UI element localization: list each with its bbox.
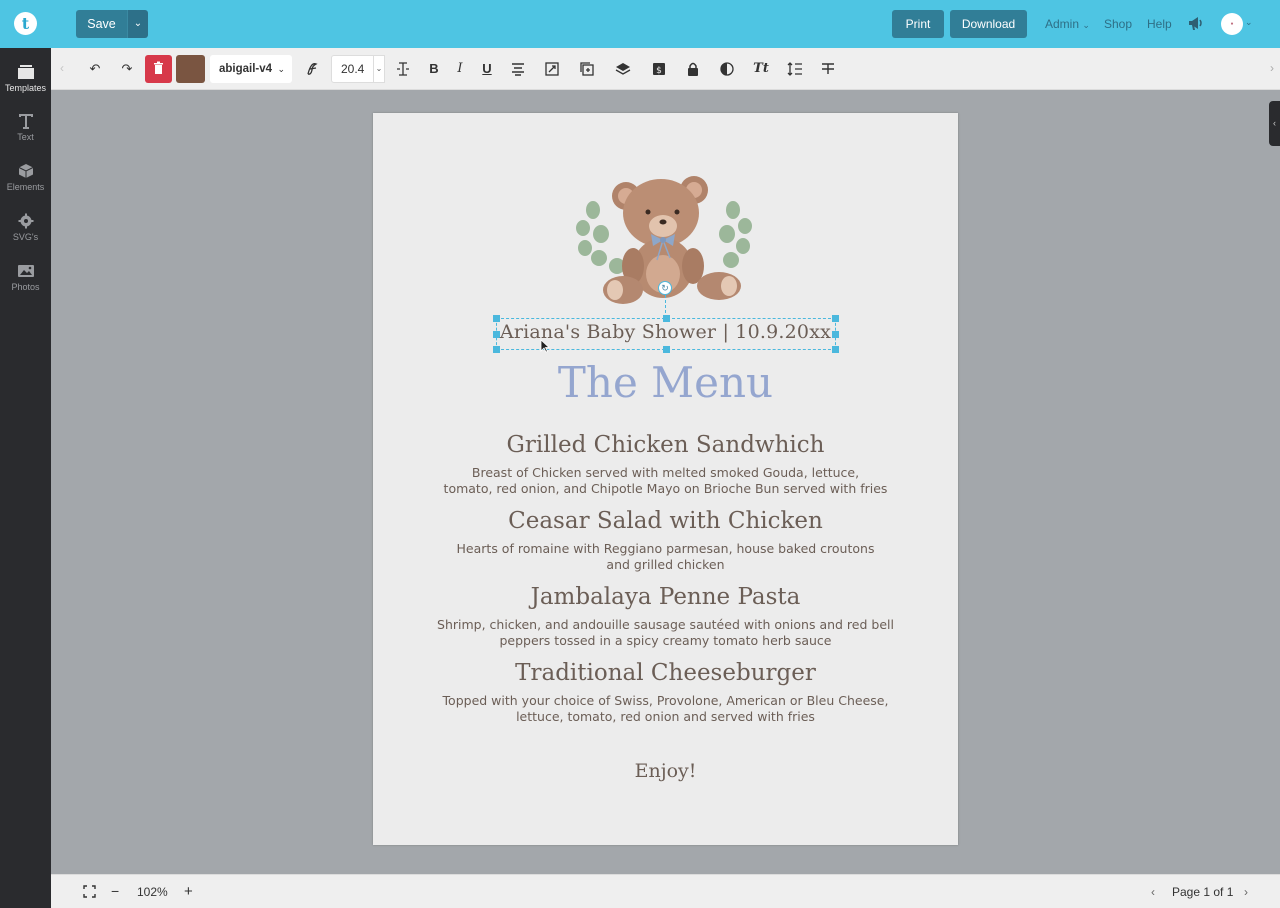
menu-item-description-line: Topped with your choice of Swiss, Provol… [442,693,889,708]
next-page-chevron-icon[interactable]: › [1244,885,1248,899]
megaphone-icon[interactable] [1187,14,1205,32]
sidebar-item-templates[interactable]: Templates [0,64,51,93]
font-size-input[interactable]: 20.4 [331,55,374,83]
mouse-cursor-icon [540,339,550,353]
menu-item-description-line: tomato, red onion, and Chipotle Mayo on … [443,480,888,496]
admin-label: Admin [1045,17,1080,31]
resize-icon[interactable] [543,60,561,78]
event-subtitle-text[interactable]: Ariana's Baby Shower | 10.9.20xx [373,321,958,343]
top-bar: t Save ⌄ Print Download Admin ⌄ Shop Hel… [0,0,1280,48]
zoom-out-icon[interactable]: − [111,883,119,899]
help-link[interactable]: Help [1147,17,1172,31]
sidebar-item-label: Photos [11,282,40,292]
font-size-chevron-down-icon[interactable]: ⌄ [374,55,385,83]
line-height-icon[interactable] [786,60,804,78]
menu-item-description[interactable]: Hearts of romaine with Reggiano parmesan… [413,541,918,572]
toolbar-scroll-right-chevron-icon[interactable]: › [1270,61,1274,75]
right-panel-toggle-chevron-icon[interactable]: ‹ [1269,101,1280,146]
design-page[interactable]: ↻ Ariana's Baby Shower | 10.9.20xx The M… [373,113,958,845]
bold-icon[interactable]: B [425,60,443,78]
svg-gear-icon [18,213,33,229]
elements-icon [18,164,33,178]
opacity-icon[interactable] [718,60,736,78]
text-transform-icon[interactable]: Tt [752,60,770,78]
admin-chevron-down-icon: ⌄ [1082,20,1090,30]
delete-button[interactable] [145,55,172,83]
font-chevron-down-icon: ⌄ [277,64,285,74]
menu-item-name[interactable]: Jambalaya Penne Pasta [373,584,958,610]
previous-page-chevron-icon[interactable]: ‹ [1151,885,1155,899]
text-effects-icon[interactable] [819,60,837,78]
fullscreen-icon[interactable] [83,885,96,898]
sidebar-item-svgs[interactable]: SVG's [0,213,51,242]
font-family-select[interactable]: abigail-v4 ⌄ [210,55,292,83]
menu-item-description-line: Shrimp, chicken, and andouille sausage s… [437,617,894,632]
sidebar-item-label: SVG's [12,232,39,242]
templates-icon [17,65,34,79]
rotate-handle-icon[interactable]: ↻ [658,281,672,295]
resize-handle[interactable] [663,346,670,353]
redo-icon[interactable]: ↷ [118,60,136,78]
admin-menu[interactable]: Admin ⌄ [1045,17,1090,31]
user-avatar[interactable]: ● [1221,13,1243,35]
letter-spacing-icon[interactable] [394,60,412,78]
menu-item-description-line: Hearts of romaine with Reggiano parmesan… [456,541,875,556]
resize-handle[interactable] [832,346,839,353]
price-tag-icon[interactable]: $ [650,60,668,78]
toolbar-scroll-left-chevron-icon[interactable]: ‹ [60,61,64,75]
bottom-bar: − 102% + ‹ Page 1 of 1 › [51,874,1280,908]
sidebar-item-elements[interactable]: Elements [0,163,51,192]
layers-icon[interactable] [614,60,632,78]
menu-item-description[interactable]: Shrimp, chicken, and andouille sausage s… [413,617,918,648]
download-button[interactable]: Download [950,10,1027,38]
save-button[interactable]: Save [76,10,127,38]
editor-toolbar: ‹ ↶ ↷ abigail-v4 ⌄ 20.4 ⌄ B I U $ Tt › [51,48,1280,90]
zoom-level[interactable]: 102% [137,885,168,899]
menu-item-description-line: and grilled chicken [606,556,725,572]
save-options-chevron-down-icon[interactable]: ⌄ [127,10,148,38]
trash-icon [154,61,163,74]
menu-title-text[interactable]: The Menu [373,358,958,407]
menu-item-name[interactable]: Grilled Chicken Sandwhich [373,432,958,458]
menu-item-description-line: peppers tossed in a spicy creamy tomato … [499,632,832,648]
zoom-in-icon[interactable]: + [184,883,193,900]
sidebar-item-photos[interactable]: Photos [0,263,51,292]
sidebar-item-label: Elements [6,182,45,192]
sidebar-item-label: Templates [4,83,47,93]
font-name: abigail-v4 [219,63,273,75]
text-icon [18,114,33,129]
menu-item-name[interactable]: Ceasar Salad with Chicken [373,508,958,534]
sidebar-item-label: Text [17,132,34,142]
closing-text[interactable]: Enjoy! [373,760,958,782]
menu-item-description[interactable]: Topped with your choice of Swiss, Provol… [413,693,918,724]
italic-icon[interactable]: I [451,60,469,78]
undo-icon[interactable]: ↶ [86,60,104,78]
font-style-icon[interactable] [303,60,321,78]
sidebar-item-text[interactable]: Text [0,113,51,142]
text-color-swatch[interactable] [176,55,205,83]
print-button[interactable]: Print [892,10,944,38]
menu-item-description[interactable]: Breast of Chicken served with melted smo… [413,465,918,496]
align-center-icon[interactable] [509,60,527,78]
account-chevron-down-icon[interactable]: ⌄ [1245,17,1253,28]
photos-icon [17,265,34,277]
shop-link[interactable]: Shop [1104,17,1132,31]
menu-item-name[interactable]: Traditional Cheeseburger [373,660,958,686]
lock-icon[interactable] [684,60,702,78]
app-logo[interactable]: t [14,12,37,35]
menu-item-description-line: Breast of Chicken served with melted smo… [471,465,860,480]
duplicate-icon[interactable] [578,60,596,78]
resize-handle[interactable] [493,346,500,353]
underline-icon[interactable]: U [478,60,496,78]
menu-item-description-line: lettuce, tomato, red onion and served wi… [516,708,815,724]
svg-text:$: $ [656,66,662,76]
page-indicator: Page 1 of 1 [1172,885,1234,899]
left-sidebar: Templates Text Elements SVG's Photos [0,48,51,908]
